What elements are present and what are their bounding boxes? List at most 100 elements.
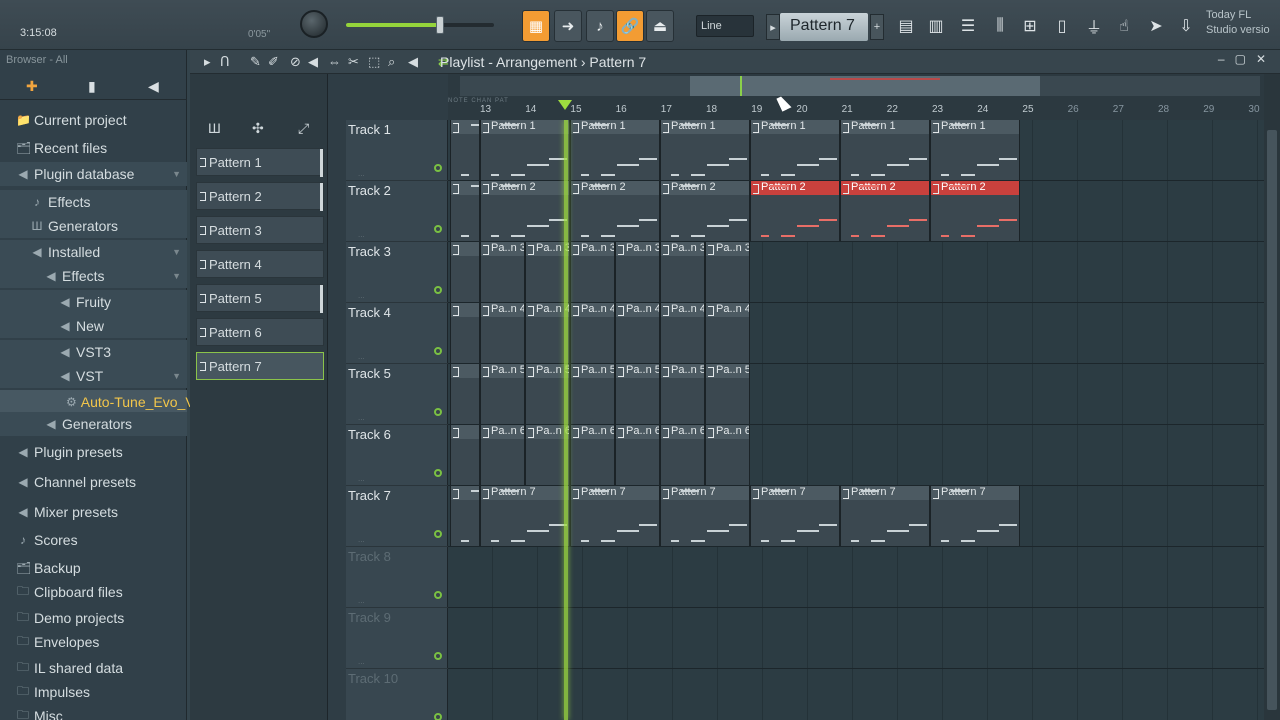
clip-header[interactable]: Pattern 7	[841, 486, 929, 500]
pattern-clip[interactable]	[450, 425, 480, 485]
track-mute-led[interactable]	[434, 591, 442, 599]
master-pitch-slider[interactable]	[346, 16, 494, 34]
pattern-clip[interactable]: Pattern 1	[930, 120, 1020, 180]
paint-icon[interactable]: ✐	[268, 54, 279, 70]
track-name[interactable]: Track 10	[348, 671, 398, 686]
clip-header[interactable]: Pa..n 6	[526, 425, 569, 439]
clip-header[interactable]: Pa..n 5	[481, 364, 524, 378]
pattern-item[interactable]: Pattern 3	[196, 216, 324, 244]
pattern-clip[interactable]: Pa..n 3	[660, 242, 705, 302]
pattern-clip[interactable]: Pattern 2	[480, 181, 570, 241]
clip-header[interactable]: Pa..n 4	[706, 303, 749, 317]
pattern-clip[interactable]: Pattern 1	[570, 120, 660, 180]
clip-header[interactable]: Pa..n 3	[481, 242, 524, 256]
track-header[interactable]: Track 3...	[346, 242, 448, 303]
clip-header[interactable]: Pa..n 3	[616, 242, 659, 256]
track-mute-led[interactable]	[434, 408, 442, 416]
track-name[interactable]: Track 4	[348, 305, 391, 320]
snap-select[interactable]: Line	[696, 15, 754, 37]
menu-arrow-icon[interactable]: ▸	[204, 54, 211, 70]
clip-header[interactable]: Pa..n 4	[616, 303, 659, 317]
pattern-clip[interactable]: Pattern 7	[840, 486, 930, 546]
download-icon[interactable]: ⇩	[1172, 11, 1200, 41]
wait-input-icon[interactable]: ♪	[586, 10, 614, 42]
channel-rack-icon[interactable]: ☰	[954, 11, 982, 41]
clip-header[interactable]: Pattern 2	[751, 181, 839, 195]
touch-icon[interactable]: ☝	[1110, 11, 1138, 41]
track-header[interactable]: Track 5...	[346, 364, 448, 425]
delete-icon[interactable]: ⊘	[290, 54, 301, 70]
pattern-clip[interactable]: Pa..n 4	[570, 303, 615, 363]
browser-item[interactable]: ◀ VST3	[0, 340, 187, 364]
pattern-clip[interactable]	[450, 364, 480, 424]
browser-tab-all-icon[interactable]: ✚	[26, 78, 38, 95]
track-header[interactable]: Track 7...	[346, 486, 448, 547]
mute-icon[interactable]: ◀	[308, 54, 318, 70]
track-name[interactable]: Track 5	[348, 366, 391, 381]
track-header[interactable]: Track 1...	[346, 120, 448, 181]
track-mute-led[interactable]	[434, 164, 442, 172]
clip-header[interactable]	[451, 242, 479, 256]
pattern-clip[interactable]: Pa..n 4	[660, 303, 705, 363]
pattern-clip[interactable]	[450, 181, 480, 241]
clip-header[interactable]: Pa..n 5	[706, 364, 749, 378]
pattern-clip[interactable]: Pa..n 4	[480, 303, 525, 363]
browser-item[interactable]: 🗀 Misc	[0, 704, 187, 720]
pattern-clip[interactable]: Pattern 7	[930, 486, 1020, 546]
chevron-down-icon[interactable]: ▼	[172, 169, 181, 179]
pattern-clip[interactable]	[450, 486, 480, 546]
track-name[interactable]: Track 3	[348, 244, 391, 259]
clip-header[interactable]: Pa..n 5	[661, 364, 704, 378]
pattern-clip[interactable]: Pa..n 3	[570, 242, 615, 302]
browser-item[interactable]: ◀ Fruity	[0, 290, 187, 314]
clip-header[interactable]: Pa..n 3	[706, 242, 749, 256]
track-header[interactable]: Track 4...	[346, 303, 448, 364]
pattern-clip[interactable]	[450, 303, 480, 363]
select-icon[interactable]: ⬚	[368, 54, 380, 70]
piano-roll-icon[interactable]: ▥	[922, 11, 950, 41]
news-panel[interactable]: Today FL Studio versio	[1200, 8, 1280, 38]
wave-icon[interactable]: ✣	[252, 120, 264, 137]
clip-header[interactable]: Pa..n 3	[661, 242, 704, 256]
clip-header[interactable]: Pattern 2	[661, 181, 749, 195]
clip-header[interactable]: Pattern 7	[571, 486, 659, 500]
track-header[interactable]: Track 2...	[346, 181, 448, 242]
clip-header[interactable]: Pa..n 4	[661, 303, 704, 317]
clip-header[interactable]: Pattern 1	[931, 120, 1019, 134]
clip-header[interactable]: Pattern 7	[481, 486, 569, 500]
browser-item[interactable]: ◀ Installed ▼	[0, 240, 187, 264]
browser-item[interactable]: 📁 Current project	[0, 108, 187, 132]
browser-item[interactable]: ⚙ Auto-Tune_Evo_VST	[0, 390, 213, 414]
clip-header[interactable]: Pattern 2	[931, 181, 1019, 195]
browser-item[interactable]: ◀ Mixer presets	[0, 500, 187, 524]
pattern-clip[interactable]: Pattern 2	[930, 181, 1020, 241]
pattern-clip[interactable]: Pattern 1	[750, 120, 840, 180]
clip-header[interactable]: Pattern 2	[481, 181, 569, 195]
browser-item[interactable]: 🗀 Clipboard files	[0, 580, 187, 604]
browser-item[interactable]: ◀ Channel presets	[0, 470, 187, 494]
master-volume-knob[interactable]	[300, 10, 328, 38]
playhead-marker-icon[interactable]	[558, 100, 572, 110]
pattern-clip[interactable]: Pa..n 5	[480, 364, 525, 424]
browser-tab-files-icon[interactable]: ▮	[88, 78, 96, 95]
clip-header[interactable]: Pattern 7	[661, 486, 749, 500]
browser-item[interactable]: 🗀 IL shared data	[0, 656, 187, 680]
clip-header[interactable]: Pa..n 4	[571, 303, 614, 317]
prev-pattern-button[interactable]: ▸	[766, 14, 780, 40]
clip-header[interactable]: Pattern 7	[931, 486, 1019, 500]
pattern-clip[interactable]: Pa..n 6	[480, 425, 525, 485]
browser-item[interactable]: 🗂 Backup	[0, 556, 187, 580]
pattern-clip[interactable]: Pattern 7	[750, 486, 840, 546]
clip-header[interactable]: Pattern 1	[481, 120, 569, 134]
clip-header[interactable]: Pattern 2	[571, 181, 659, 195]
chevron-down-icon[interactable]: ▼	[172, 271, 181, 281]
browser-item[interactable]: ◀ Effects ▼	[0, 264, 187, 288]
browser-item[interactable]: ♪ Scores	[0, 528, 187, 552]
metronome-icon[interactable]: ⏏	[646, 10, 674, 42]
pattern-clip[interactable]: Pattern 7	[660, 486, 750, 546]
track-name[interactable]: Track 7	[348, 488, 391, 503]
track-name[interactable]: Track 8	[348, 549, 391, 564]
pattern-clip[interactable]: Pa..n 6	[660, 425, 705, 485]
track-mute-led[interactable]	[434, 347, 442, 355]
pattern-clip[interactable]: Pattern 1	[660, 120, 750, 180]
